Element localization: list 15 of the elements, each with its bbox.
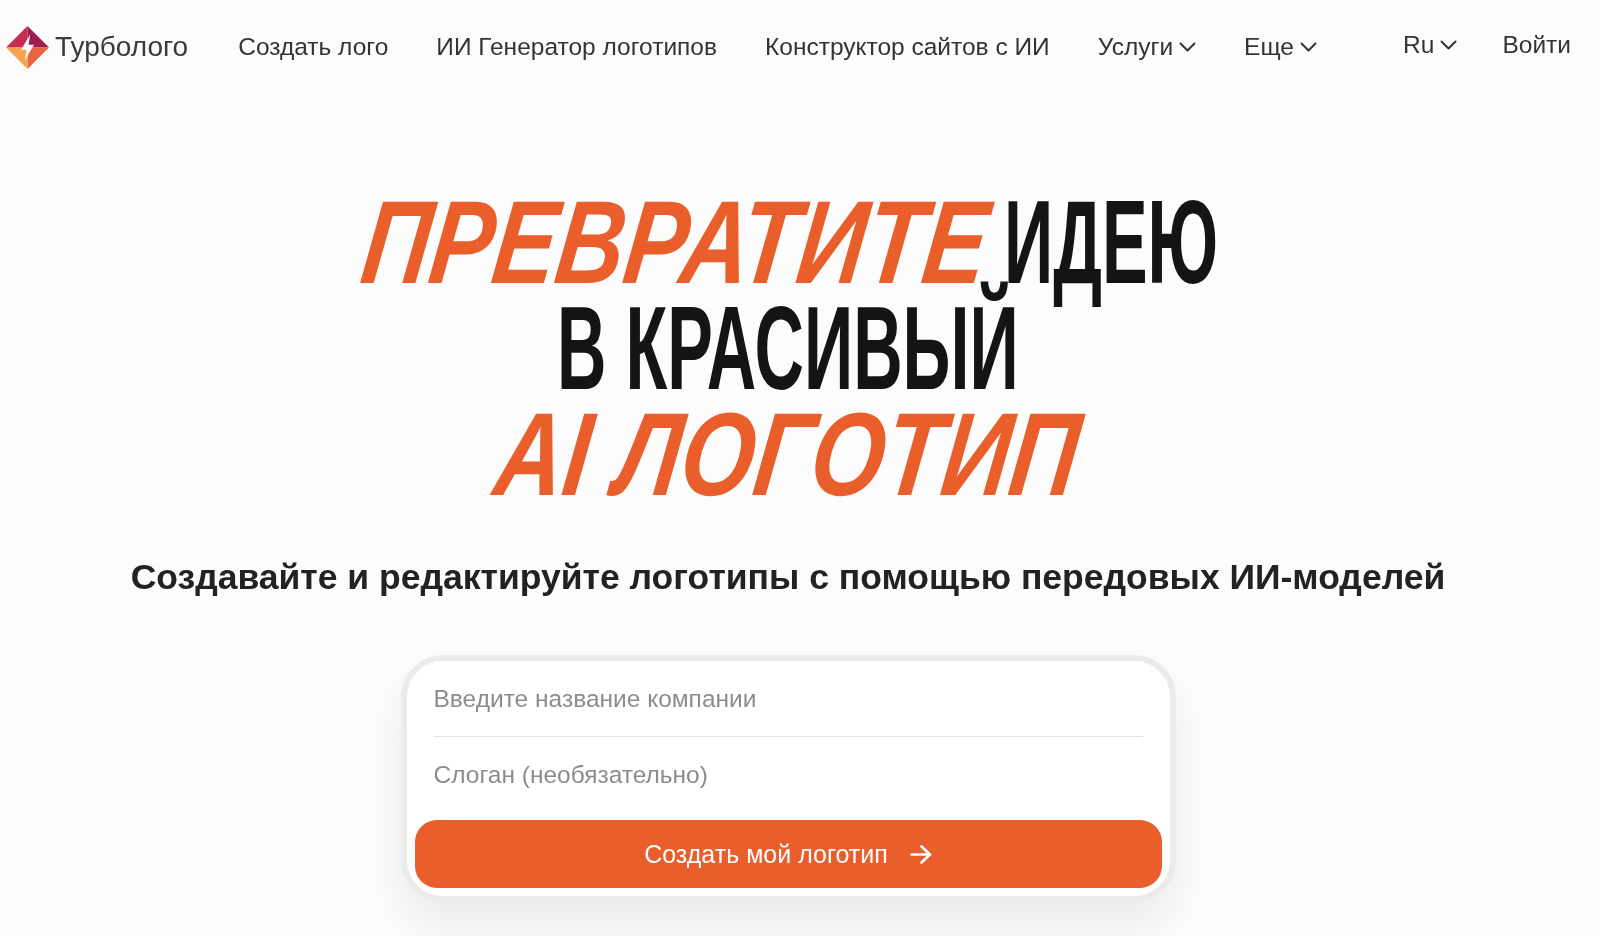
nav-dropdown[interactable]: Еще: [1244, 33, 1317, 61]
nav-link[interactable]: Конструктор сайтов с ИИ: [765, 33, 1050, 61]
chevron-down-icon: [1299, 42, 1317, 52]
language-selector[interactable]: Ru: [1403, 31, 1458, 59]
hero-subtitle: Создавайте и редактируйте логотипы с помощью передовых ИИ-моделей: [130, 556, 1446, 599]
diamond-logo-icon: [6, 25, 49, 69]
brand-logo-link[interactable]: Турболого: [6, 25, 189, 69]
chevron-down-icon: [1179, 42, 1197, 52]
nav-link[interactable]: Создать лого: [238, 33, 389, 61]
chevron-down-icon: [1440, 40, 1458, 50]
nav-link[interactable]: ИИ Генератор логотипов: [436, 33, 717, 61]
arrow-right-icon: [909, 844, 932, 864]
login-link[interactable]: Войти: [1502, 31, 1571, 59]
nav-dropdown[interactable]: Услуги: [1097, 33, 1197, 61]
company-name-field[interactable]: Введите название компании: [433, 661, 1143, 737]
